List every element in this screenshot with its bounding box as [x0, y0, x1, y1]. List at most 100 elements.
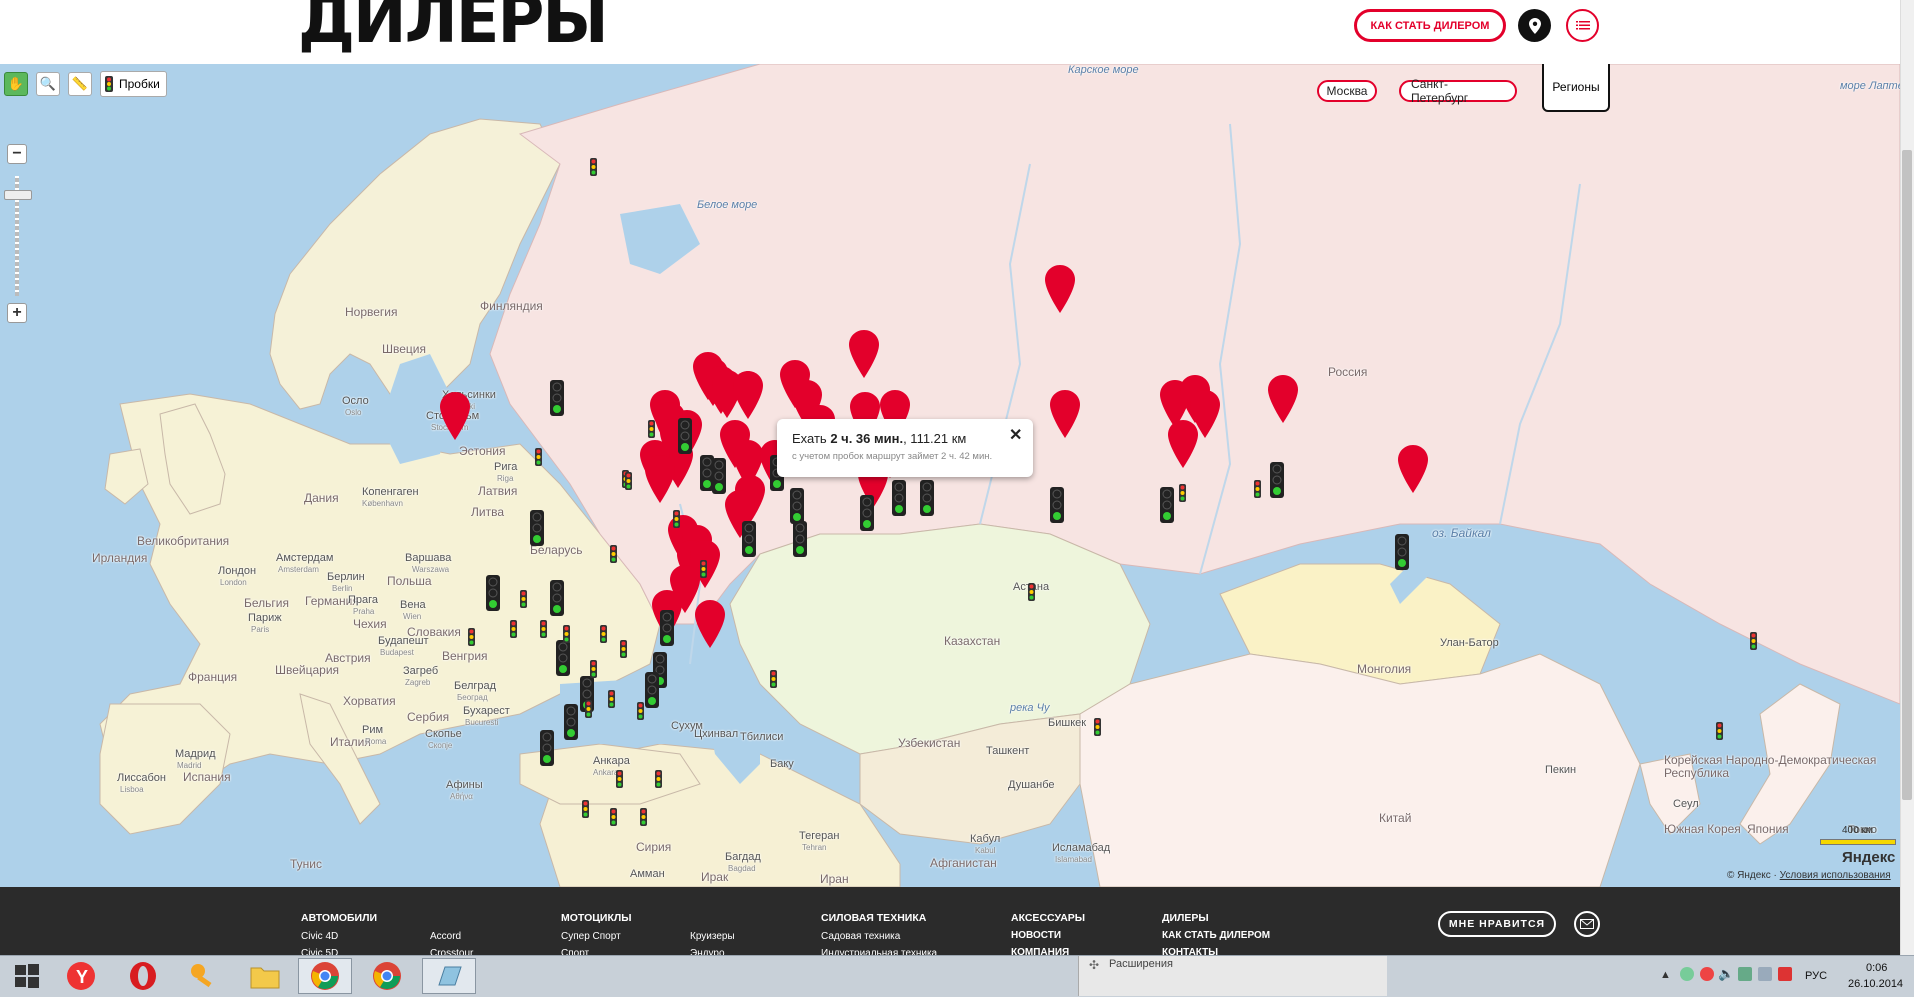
city-button-moscow[interactable]: Москва	[1317, 80, 1377, 102]
tray-app-icon[interactable]	[1680, 967, 1694, 981]
traffic-light-marker-icon[interactable]	[486, 575, 500, 616]
taskbar-explorer[interactable]	[238, 958, 292, 994]
traffic-toggle[interactable]: Пробки	[100, 71, 167, 97]
traffic-light-small-icon[interactable]	[520, 590, 527, 613]
footer-link[interactable]: Civic 4D	[301, 931, 338, 942]
footer-heading-cars[interactable]: АВТОМОБИЛИ	[301, 912, 377, 924]
zoom-in-button[interactable]: +	[7, 303, 27, 323]
traffic-light-small-icon[interactable]	[1716, 722, 1723, 745]
footer-link[interactable]: Accord	[430, 931, 461, 942]
traffic-light-small-icon[interactable]	[1750, 632, 1757, 655]
network-icon[interactable]	[1738, 967, 1752, 981]
taskbar-chrome-active[interactable]	[298, 958, 352, 994]
traffic-light-marker-icon[interactable]	[920, 480, 934, 521]
footer-heading-power[interactable]: СИЛОВАЯ ТЕХНИКА	[821, 912, 926, 924]
traffic-light-small-icon[interactable]	[590, 660, 597, 683]
traffic-light-small-icon[interactable]	[616, 770, 623, 793]
footer-heading-moto[interactable]: МОТОЦИКЛЫ	[561, 912, 632, 924]
traffic-light-marker-icon[interactable]	[678, 418, 692, 459]
traffic-light-small-icon[interactable]	[673, 510, 680, 533]
dealer-pin-icon[interactable]	[733, 371, 763, 419]
scrollbar-thumb[interactable]	[1902, 150, 1912, 800]
footer-link[interactable]: Садовая техника	[821, 931, 900, 942]
traffic-light-small-icon[interactable]	[1094, 718, 1101, 741]
taskbar-app-window[interactable]	[422, 958, 476, 994]
extensions-panel[interactable]: ✣ Расширения	[1078, 956, 1387, 996]
footer-link[interactable]: Супер Спорт	[561, 931, 621, 942]
dealer-pin-icon[interactable]	[1045, 265, 1075, 313]
traffic-light-small-icon[interactable]	[585, 700, 592, 723]
traffic-light-marker-icon[interactable]	[550, 380, 564, 421]
traffic-light-marker-icon[interactable]	[712, 458, 726, 499]
traffic-light-small-icon[interactable]	[610, 808, 617, 831]
traffic-light-marker-icon[interactable]	[564, 704, 578, 745]
volume-icon[interactable]: 🔈	[1718, 966, 1734, 982]
traffic-light-marker-icon[interactable]	[1050, 487, 1064, 528]
traffic-light-marker-icon[interactable]	[1160, 487, 1174, 528]
traffic-light-small-icon[interactable]	[770, 670, 777, 693]
terms-link[interactable]: Условия использования	[1780, 870, 1891, 881]
zoom-out-button[interactable]: −	[7, 144, 27, 164]
traffic-light-small-icon[interactable]	[700, 560, 707, 583]
taskbar-app-key[interactable]	[176, 958, 230, 994]
mail-button[interactable]	[1574, 911, 1600, 937]
like-button[interactable]: МНЕ НРАВИТСЯ	[1438, 911, 1556, 937]
taskbar-yandex-browser[interactable]: Y	[54, 958, 108, 994]
dealer-pin-icon[interactable]	[1268, 375, 1298, 423]
traffic-light-small-icon[interactable]	[540, 620, 547, 643]
clock-time[interactable]: 0:06	[1866, 962, 1887, 974]
traffic-light-marker-icon[interactable]	[540, 730, 554, 771]
tray-antivirus-icon[interactable]	[1700, 967, 1714, 981]
regions-tab[interactable]: Регионы	[1542, 64, 1610, 112]
traffic-light-marker-icon[interactable]	[660, 610, 674, 651]
traffic-light-small-icon[interactable]	[1254, 480, 1261, 503]
traffic-light-small-icon[interactable]	[563, 625, 570, 648]
tray-monitor-icon[interactable]	[1758, 967, 1772, 981]
traffic-light-marker-icon[interactable]	[645, 672, 659, 713]
taskbar-opera[interactable]	[116, 958, 170, 994]
footer-link-become-dealer[interactable]: КАК СТАТЬ ДИЛЕРОМ	[1162, 930, 1270, 941]
dealer-pin-icon[interactable]	[695, 600, 725, 648]
start-button[interactable]	[0, 958, 54, 994]
footer-heading-accessories[interactable]: АКСЕССУАРЫ	[1011, 912, 1085, 924]
menu-button[interactable]	[1566, 9, 1599, 42]
dealer-pin-icon[interactable]	[1168, 420, 1198, 468]
tray-expand-icon[interactable]: ▲	[1660, 969, 1671, 981]
traffic-light-small-icon[interactable]	[620, 640, 627, 663]
traffic-light-marker-icon[interactable]	[1395, 534, 1409, 575]
clock-date[interactable]: 26.10.2014	[1848, 978, 1903, 990]
dealer-pin-icon[interactable]	[849, 330, 879, 378]
traffic-light-small-icon[interactable]	[1179, 484, 1186, 507]
language-indicator[interactable]: РУС	[1805, 970, 1827, 982]
traffic-light-small-icon[interactable]	[637, 702, 644, 725]
traffic-light-marker-icon[interactable]	[860, 495, 874, 536]
traffic-light-marker-icon[interactable]	[530, 510, 544, 551]
traffic-light-small-icon[interactable]	[468, 628, 475, 651]
dealer-pin-icon[interactable]	[1050, 390, 1080, 438]
close-icon[interactable]: ✕	[1009, 425, 1022, 445]
dealer-pin-icon[interactable]	[1398, 445, 1428, 493]
ruler-tool-button[interactable]: 📏	[68, 72, 92, 96]
dealer-pin-icon[interactable]	[440, 392, 470, 440]
taskbar-chrome[interactable]	[360, 958, 414, 994]
traffic-light-small-icon[interactable]	[590, 158, 597, 181]
traffic-light-small-icon[interactable]	[535, 448, 542, 471]
zoom-area-tool-button[interactable]: 🔍	[36, 72, 60, 96]
traffic-light-small-icon[interactable]	[640, 808, 647, 831]
flag-icon[interactable]	[1778, 967, 1792, 981]
footer-link[interactable]: Круизеры	[690, 931, 735, 942]
become-dealer-button[interactable]: КАК СТАТЬ ДИЛЕРОМ	[1354, 9, 1506, 42]
dealer-pin-icon[interactable]	[645, 455, 675, 503]
traffic-light-small-icon[interactable]	[1028, 583, 1035, 606]
traffic-light-small-icon[interactable]	[582, 800, 589, 823]
traffic-light-small-icon[interactable]	[610, 545, 617, 568]
traffic-light-marker-icon[interactable]	[892, 480, 906, 521]
city-button-spb[interactable]: Санкт-Петербург	[1399, 77, 1517, 105]
traffic-light-marker-icon[interactable]	[793, 521, 807, 562]
footer-link-news[interactable]: НОВОСТИ	[1011, 930, 1061, 941]
drag-tool-button[interactable]: ✋	[4, 72, 28, 96]
traffic-light-small-icon[interactable]	[600, 625, 607, 648]
traffic-light-small-icon[interactable]	[625, 472, 632, 495]
traffic-light-marker-icon[interactable]	[742, 521, 756, 562]
traffic-light-small-icon[interactable]	[510, 620, 517, 643]
